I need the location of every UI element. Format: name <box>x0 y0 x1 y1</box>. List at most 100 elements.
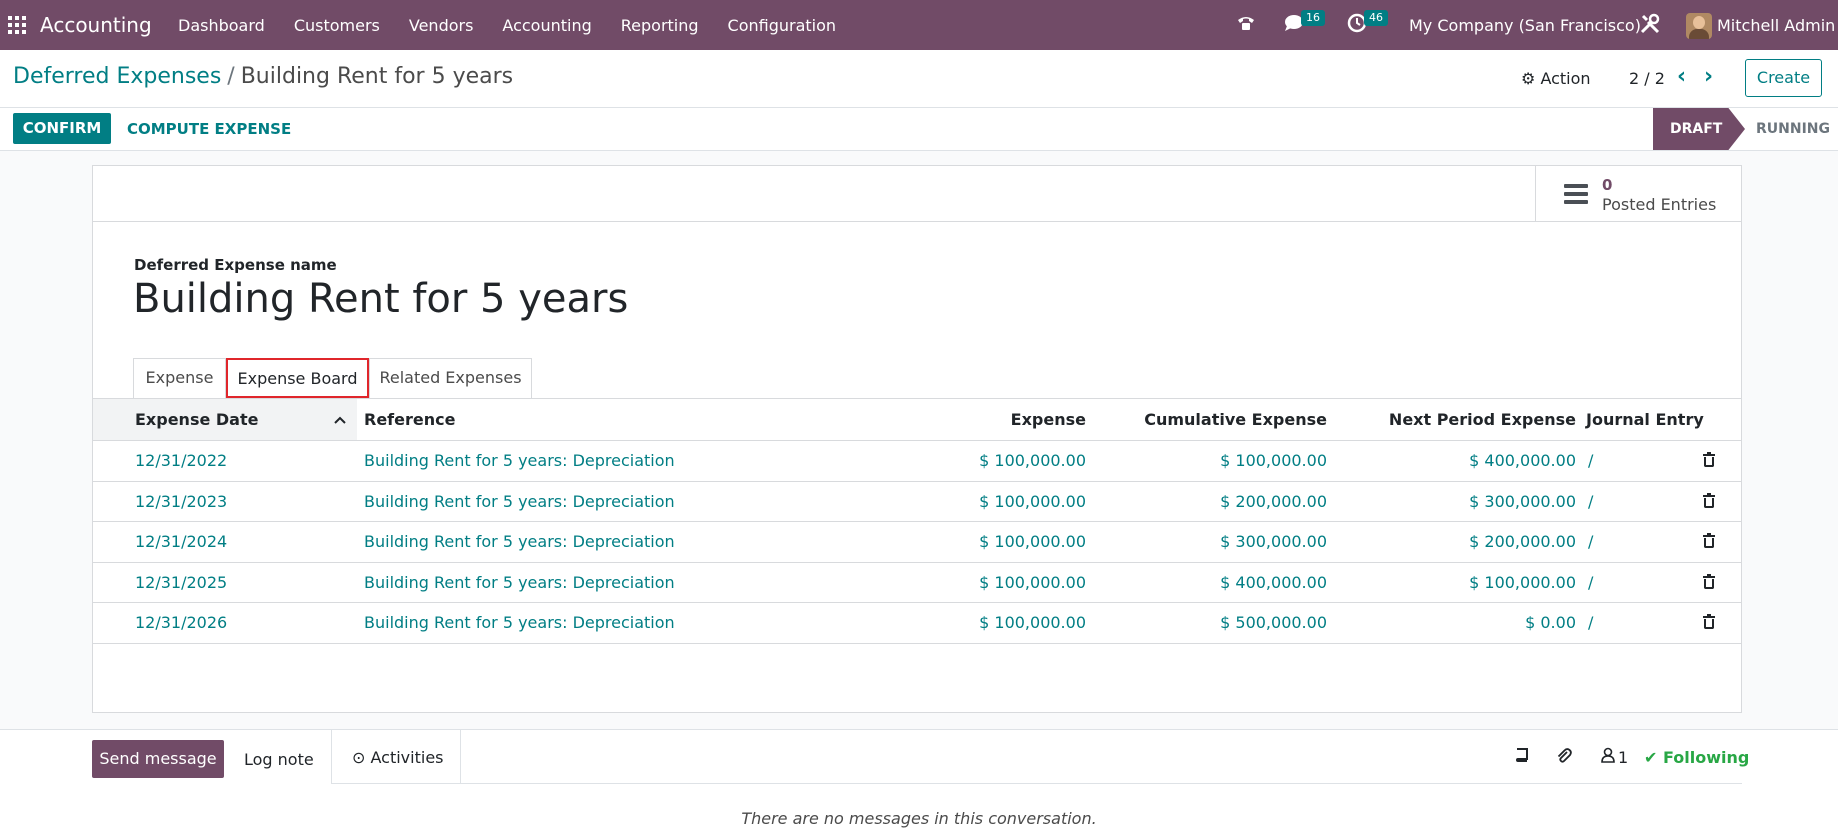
empty-conversation-text: There are no messages in this conversati… <box>741 809 1097 828</box>
trash-icon[interactable] <box>1703 452 1715 467</box>
cell-next-period-expense[interactable]: $ 400,000.00 <box>1376 451 1576 470</box>
activities-label: Activities <box>370 748 444 767</box>
cell-expense[interactable]: $ 100,000.00 <box>886 613 1086 632</box>
posted-entries-button[interactable]: 0 Posted Entries <box>1535 166 1741 221</box>
cell-journal-entry[interactable]: / <box>1588 532 1593 551</box>
user-menu[interactable]: Mitchell Admin <box>1717 16 1835 35</box>
check-icon: ✔ <box>1644 748 1658 767</box>
cell-reference[interactable]: Building Rent for 5 years: Depreciation <box>364 613 675 632</box>
cell-next-period-expense[interactable]: $ 300,000.00 <box>1376 492 1576 511</box>
pager-next-icon[interactable]: › <box>1704 64 1713 89</box>
cell-expense-date[interactable]: 12/31/2024 <box>135 532 227 551</box>
record-name-field[interactable]: Building Rent for 5 years <box>133 276 628 322</box>
posted-entries-count: 0 <box>1602 176 1613 194</box>
gear-icon: ⚙ <box>1521 69 1536 88</box>
activities-button[interactable]: ⊙ Activities <box>331 730 461 784</box>
cell-journal-entry[interactable]: / <box>1588 613 1593 632</box>
followers-count[interactable]: 1 <box>1618 748 1628 767</box>
stage-draft[interactable]: DRAFT <box>1653 108 1745 150</box>
avatar[interactable] <box>1686 13 1712 39</box>
column-expense-date[interactable]: Expense Date <box>135 410 258 429</box>
expense-board-table: Expense Date Reference Expense Cumulativ… <box>93 398 1741 644</box>
cell-reference[interactable]: Building Rent for 5 years: Depreciation <box>364 573 675 592</box>
cell-next-period-expense[interactable]: $ 100,000.00 <box>1376 573 1576 592</box>
tab-expense[interactable]: Expense <box>133 358 226 398</box>
cell-journal-entry[interactable]: / <box>1588 492 1593 511</box>
user-icon[interactable] <box>1601 747 1615 768</box>
name-field-label: Deferred Expense name <box>134 256 337 274</box>
button-box: 0 Posted Entries <box>93 166 1741 222</box>
cell-cumulative-expense[interactable]: $ 400,000.00 <box>1127 573 1327 592</box>
cell-expense-date[interactable]: 12/31/2023 <box>135 492 227 511</box>
app-name[interactable]: Accounting <box>40 13 152 37</box>
menu-configuration[interactable]: Configuration <box>728 16 837 35</box>
form-sheet: 0 Posted Entries Deferred Expense name B… <box>92 165 1742 713</box>
breadcrumb-separator: / <box>227 64 235 89</box>
cell-expense-date[interactable]: 12/31/2026 <box>135 613 227 632</box>
trash-icon[interactable] <box>1703 533 1715 548</box>
cell-cumulative-expense[interactable]: $ 500,000.00 <box>1127 613 1327 632</box>
tools-icon[interactable] <box>1639 13 1661 40</box>
breadcrumb-parent[interactable]: Deferred Expenses <box>13 64 221 89</box>
create-button[interactable]: Create <box>1745 59 1822 97</box>
cell-next-period-expense[interactable]: $ 200,000.00 <box>1376 532 1576 551</box>
table-row[interactable]: 12/31/2025 Building Rent for 5 years: De… <box>93 563 1741 603</box>
cell-cumulative-expense[interactable]: $ 100,000.00 <box>1127 451 1327 470</box>
stage-running[interactable]: RUNNING <box>1756 121 1830 137</box>
tab-related-expenses[interactable]: Related Expenses <box>369 358 532 398</box>
column-reference[interactable]: Reference <box>364 410 455 429</box>
table-row[interactable]: 12/31/2023 Building Rent for 5 years: De… <box>93 482 1741 522</box>
paperclip-icon[interactable] <box>1555 747 1573 770</box>
table-row[interactable]: 12/31/2024 Building Rent for 5 years: De… <box>93 522 1741 563</box>
table-row[interactable]: 12/31/2026 Building Rent for 5 years: De… <box>93 603 1741 644</box>
trash-icon[interactable] <box>1703 573 1715 589</box>
menu-accounting[interactable]: Accounting <box>502 16 591 35</box>
cell-reference[interactable]: Building Rent for 5 years: Depreciation <box>364 532 675 551</box>
sort-ascending-icon[interactable] <box>333 413 347 427</box>
cell-journal-entry[interactable]: / <box>1588 451 1593 470</box>
column-cumulative-expense[interactable]: Cumulative Expense <box>1127 410 1327 429</box>
following-button[interactable]: ✔ Following <box>1644 748 1749 767</box>
action-button[interactable]: ⚙ Action <box>1521 69 1591 88</box>
pager-value[interactable]: 2 / 2 <box>1629 69 1665 88</box>
chatter-divider <box>461 783 1742 784</box>
menu-vendors[interactable]: Vendors <box>409 16 474 35</box>
menu-customers[interactable]: Customers <box>294 16 380 35</box>
column-expense[interactable]: Expense <box>886 410 1086 429</box>
posted-entries-label: Posted Entries <box>1602 195 1717 214</box>
status-bar: CONFIRM COMPUTE EXPENSE DRAFT RUNNING <box>0 108 1838 151</box>
table-row[interactable]: 12/31/2022 Building Rent for 5 years: De… <box>93 441 1741 482</box>
cell-reference[interactable]: Building Rent for 5 years: Depreciation <box>364 492 675 511</box>
menu-reporting[interactable]: Reporting <box>621 16 699 35</box>
cell-expense-date[interactable]: 12/31/2022 <box>135 451 227 470</box>
trash-icon[interactable] <box>1703 492 1715 508</box>
confirm-button[interactable]: CONFIRM <box>13 113 111 144</box>
breadcrumb: Deferred Expenses / Building Rent for 5 ye… <box>13 64 513 89</box>
pager-previous-icon[interactable]: ‹ <box>1677 64 1686 89</box>
cell-expense[interactable]: $ 100,000.00 <box>886 573 1086 592</box>
cell-expense[interactable]: $ 100,000.00 <box>886 492 1086 511</box>
send-message-button[interactable]: Send message <box>92 740 224 778</box>
cell-expense-date[interactable]: 12/31/2025 <box>135 573 227 592</box>
column-next-period-expense[interactable]: Next Period Expense <box>1376 410 1576 429</box>
tab-expense-board[interactable]: Expense Board <box>226 358 369 398</box>
chatter: Send message Log note ⊙ Activities 1 ✔ F… <box>0 729 1838 836</box>
cell-cumulative-expense[interactable]: $ 200,000.00 <box>1127 492 1327 511</box>
column-journal-entry[interactable]: Journal Entry <box>1586 410 1704 429</box>
cell-expense[interactable]: $ 100,000.00 <box>886 532 1086 551</box>
cell-expense[interactable]: $ 100,000.00 <box>886 451 1086 470</box>
cell-reference[interactable]: Building Rent for 5 years: Depreciation <box>364 451 675 470</box>
cell-cumulative-expense[interactable]: $ 300,000.00 <box>1127 532 1327 551</box>
menu-dashboard[interactable]: Dashboard <box>178 16 265 35</box>
cell-next-period-expense[interactable]: $ 0.00 <box>1376 613 1576 632</box>
company-switcher[interactable]: My Company (San Francisco) <box>1409 16 1641 35</box>
apps-grid-icon[interactable] <box>8 16 26 34</box>
trash-icon[interactable] <box>1703 614 1715 629</box>
phone-icon[interactable] <box>1236 13 1256 38</box>
breadcrumb-current: Building Rent for 5 years <box>240 64 514 89</box>
compute-expense-button[interactable]: COMPUTE EXPENSE <box>127 120 291 138</box>
main-menu: Dashboard Customers Vendors Accounting R… <box>178 16 865 35</box>
log-note-button[interactable]: Log note <box>244 750 314 769</box>
book-icon[interactable] <box>1514 747 1530 768</box>
cell-journal-entry[interactable]: / <box>1588 573 1593 592</box>
